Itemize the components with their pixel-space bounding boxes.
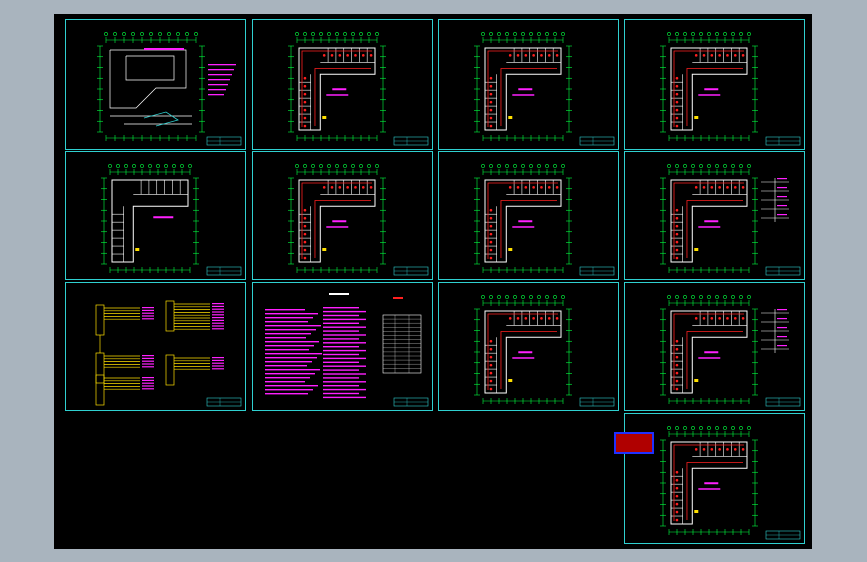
drawing-sheet-floor-plan[interactable] bbox=[252, 151, 433, 280]
drawing-sheet-floor-plan[interactable] bbox=[624, 19, 805, 150]
cad-drawing-icon bbox=[474, 295, 615, 407]
drawing-sheet-floor-plan[interactable] bbox=[65, 151, 246, 280]
cad-drawing-icon bbox=[288, 164, 429, 276]
drawing-sheet-design-notes[interactable] bbox=[252, 282, 433, 411]
cad-drawing-icon bbox=[95, 300, 242, 407]
cad-drawing-icon bbox=[660, 295, 801, 407]
cad-drawing-icon bbox=[97, 32, 242, 146]
drawing-sheet-floor-plan[interactable] bbox=[438, 151, 619, 280]
cad-drawing-icon bbox=[265, 293, 429, 407]
cad-drawing-icon bbox=[660, 32, 801, 146]
cad-drawing-icon bbox=[288, 32, 429, 146]
drawing-sheet-floor-plan[interactable] bbox=[252, 19, 433, 150]
drawing-sheet-system-diagram[interactable] bbox=[65, 282, 246, 411]
drawing-sheet-floor-plan[interactable] bbox=[438, 19, 619, 150]
cad-drawing-icon bbox=[474, 164, 615, 276]
drawing-sheet-site-plan[interactable] bbox=[65, 19, 246, 150]
cad-drawing-icon bbox=[474, 32, 615, 146]
cad-drawing-icon bbox=[660, 164, 801, 276]
drawing-sheet-floor-plan[interactable] bbox=[438, 282, 619, 411]
drawing-sheet-floor-plan-riser[interactable] bbox=[624, 151, 805, 280]
cad-drawing-icon bbox=[101, 164, 242, 276]
drawing-sheet-floor-plan-riser[interactable] bbox=[624, 282, 805, 411]
cad-canvas[interactable] bbox=[54, 14, 812, 549]
stamp-icon bbox=[614, 432, 654, 454]
